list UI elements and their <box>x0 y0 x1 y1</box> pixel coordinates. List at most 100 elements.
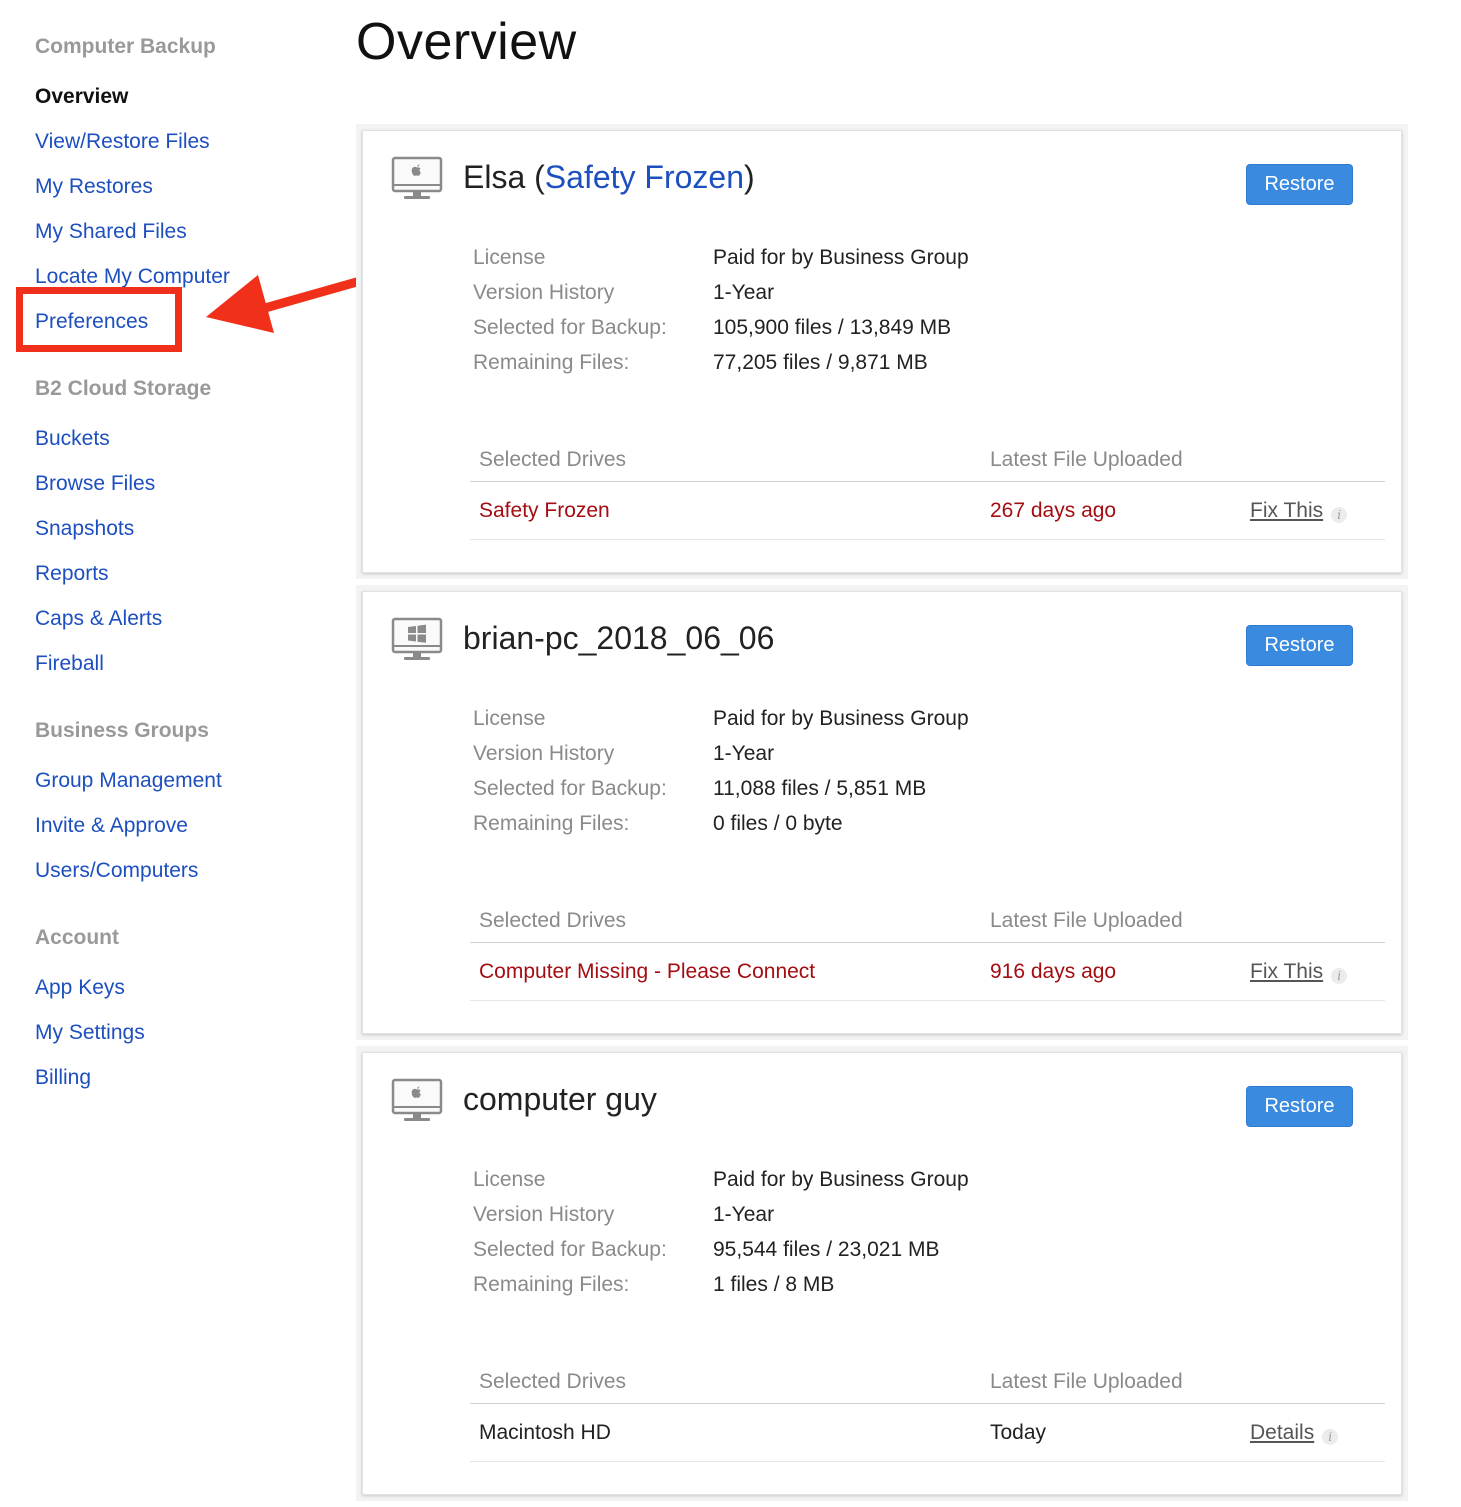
info-row-license: License Paid for by Business Group <box>473 1162 969 1197</box>
info-label: Remaining Files: <box>473 1273 630 1296</box>
drives-table-header: Selected Drives Latest File Uploaded <box>470 898 1385 943</box>
sidebar-item-my-settings[interactable]: My Settings <box>35 1010 325 1055</box>
info-row-version-history: Version History 1-Year <box>473 736 969 771</box>
info-row-version-history: Version History 1-Year <box>473 275 969 310</box>
computer-name-text: brian-pc_2018_06_06 <box>463 620 775 656</box>
sidebar-item-invite-approve[interactable]: Invite & Approve <box>35 803 325 848</box>
info-icon[interactable]: i <box>1322 1429 1339 1445</box>
computer-name: brian-pc_2018_06_06 <box>463 620 774 657</box>
fix-this-label[interactable]: Fix This <box>1250 499 1323 522</box>
info-label: Version History <box>473 281 615 304</box>
mac-computer-icon <box>391 1078 443 1121</box>
computer-name-suffix: ) <box>744 159 755 195</box>
restore-button[interactable]: Restore <box>1246 164 1353 205</box>
info-row-remaining-files: Remaining Files: 0 files / 0 byte <box>473 806 969 841</box>
sidebar-item-group-management[interactable]: Group Management <box>35 758 325 803</box>
nav-heading: Account <box>35 926 119 949</box>
info-label: License <box>473 1168 546 1191</box>
sidebar-item-overview[interactable]: Overview <box>35 74 325 119</box>
sidebar-item-caps-alerts[interactable]: Caps & Alerts <box>35 596 325 641</box>
computer-info: License Paid for by Business Group Versio… <box>473 1162 969 1302</box>
selected-for-backup-value: 105,900 files / 13,849 MB <box>713 316 952 339</box>
column-header-selected-drives: Selected Drives <box>479 448 627 471</box>
annotation-highlight-box <box>16 287 182 352</box>
drive-name: Macintosh HD <box>479 1421 611 1444</box>
computer-name: Elsa (Safety Frozen) <box>463 159 755 196</box>
info-label: Remaining Files: <box>473 812 630 835</box>
drives-table-header: Selected Drives Latest File Uploaded <box>470 1359 1385 1404</box>
table-row: Safety Frozen 267 days ago Fix This i <box>470 482 1385 540</box>
column-header-latest-file-uploaded: Latest File Uploaded <box>990 909 1183 932</box>
computer-name-text: Elsa ( <box>463 159 545 195</box>
nav-heading: B2 Cloud Storage <box>35 377 212 400</box>
selected-for-backup-value: 95,544 files / 23,021 MB <box>713 1238 940 1261</box>
details-link[interactable]: Details i <box>1250 1404 1339 1462</box>
info-row-selected-for-backup: Selected for Backup: 105,900 files / 13,8… <box>473 310 969 345</box>
version-history-value: 1-Year <box>713 1203 775 1226</box>
sidebar-item-my-shared-files[interactable]: My Shared Files <box>35 209 325 254</box>
latest-upload: Today <box>990 1421 1047 1444</box>
fix-this-label[interactable]: Fix This <box>1250 960 1323 983</box>
table-row: Macintosh HD Today Details i <box>470 1404 1385 1462</box>
info-row-selected-for-backup: Selected for Backup: 11,088 files / 5,851… <box>473 771 969 806</box>
column-header-selected-drives: Selected Drives <box>479 1370 627 1393</box>
mac-computer-icon <box>391 156 443 199</box>
nav-group-business-groups: Business Groups Group Management Invite … <box>35 714 325 893</box>
latest-upload: 267 days ago <box>990 499 1117 522</box>
computer-list: Elsa (Safety Frozen) Restore License Paid… <box>356 124 1408 1507</box>
sidebar-item-browse-files[interactable]: Browse Files <box>35 461 325 506</box>
sidebar-item-fireball[interactable]: Fireball <box>35 641 325 686</box>
computer-info: License Paid for by Business Group Versio… <box>473 240 969 380</box>
info-label: Selected for Backup: <box>473 1238 667 1261</box>
version-history-value: 1-Year <box>713 281 775 304</box>
info-label: Selected for Backup: <box>473 777 667 800</box>
sidebar-item-view-restore-files[interactable]: View/Restore Files <box>35 119 325 164</box>
details-label[interactable]: Details <box>1250 1421 1314 1444</box>
latest-upload: 916 days ago <box>990 960 1117 983</box>
fix-this-link[interactable]: Fix This i <box>1250 943 1348 1001</box>
nav-group-account: Account App Keys My Settings Billing <box>35 921 325 1100</box>
computer-card: computer guy Restore License Paid for by … <box>356 1046 1408 1501</box>
info-icon[interactable]: i <box>1331 968 1348 984</box>
sidebar-item-app-keys[interactable]: App Keys <box>35 965 325 1010</box>
computer-status-link[interactable]: Safety Frozen <box>545 159 744 195</box>
nav-group-b2-cloud-storage: B2 Cloud Storage Buckets Browse Files Sn… <box>35 372 325 686</box>
restore-button[interactable]: Restore <box>1246 625 1353 666</box>
info-label: Version History <box>473 742 615 765</box>
table-row: Computer Missing - Please Connect 916 da… <box>470 943 1385 1001</box>
sidebar-item-reports[interactable]: Reports <box>35 551 325 596</box>
remaining-files-value: 77,205 files / 9,871 MB <box>713 351 928 374</box>
drives-table: Selected Drives Latest File Uploaded Com… <box>470 898 1385 1001</box>
info-row-selected-for-backup: Selected for Backup: 95,544 files / 23,02… <box>473 1232 969 1267</box>
column-header-selected-drives: Selected Drives <box>479 909 627 932</box>
computer-name: computer guy <box>463 1081 657 1118</box>
drives-table: Selected Drives Latest File Uploaded Saf… <box>470 437 1385 540</box>
version-history-value: 1-Year <box>713 742 775 765</box>
drive-name: Computer Missing - Please Connect <box>479 960 816 983</box>
restore-button[interactable]: Restore <box>1246 1086 1353 1127</box>
remaining-files-value: 0 files / 0 byte <box>713 812 843 835</box>
computer-card: Elsa (Safety Frozen) Restore License Paid… <box>356 124 1408 579</box>
info-row-version-history: Version History 1-Year <box>473 1197 969 1232</box>
drives-table-header: Selected Drives Latest File Uploaded <box>470 437 1385 482</box>
column-header-latest-file-uploaded: Latest File Uploaded <box>990 448 1183 471</box>
info-label: License <box>473 246 546 269</box>
nav-heading: Business Groups <box>35 719 209 742</box>
sidebar-item-users-computers[interactable]: Users/Computers <box>35 848 325 893</box>
sidebar: Computer Backup Overview View/Restore Fi… <box>35 30 325 1128</box>
sidebar-item-billing[interactable]: Billing <box>35 1055 325 1100</box>
drives-table: Selected Drives Latest File Uploaded Mac… <box>470 1359 1385 1462</box>
fix-this-link[interactable]: Fix This i <box>1250 482 1348 540</box>
drive-name: Safety Frozen <box>479 499 610 522</box>
license-value: Paid for by Business Group <box>713 246 969 269</box>
sidebar-item-buckets[interactable]: Buckets <box>35 416 325 461</box>
info-icon[interactable]: i <box>1331 507 1348 523</box>
info-row-remaining-files: Remaining Files: 1 files / 8 MB <box>473 1267 969 1302</box>
windows-computer-icon <box>391 617 443 660</box>
info-label: Selected for Backup: <box>473 316 667 339</box>
column-header-latest-file-uploaded: Latest File Uploaded <box>990 1370 1183 1393</box>
sidebar-item-my-restores[interactable]: My Restores <box>35 164 325 209</box>
sidebar-item-snapshots[interactable]: Snapshots <box>35 506 325 551</box>
computer-info: License Paid for by Business Group Versio… <box>473 701 969 841</box>
info-label: Remaining Files: <box>473 351 630 374</box>
